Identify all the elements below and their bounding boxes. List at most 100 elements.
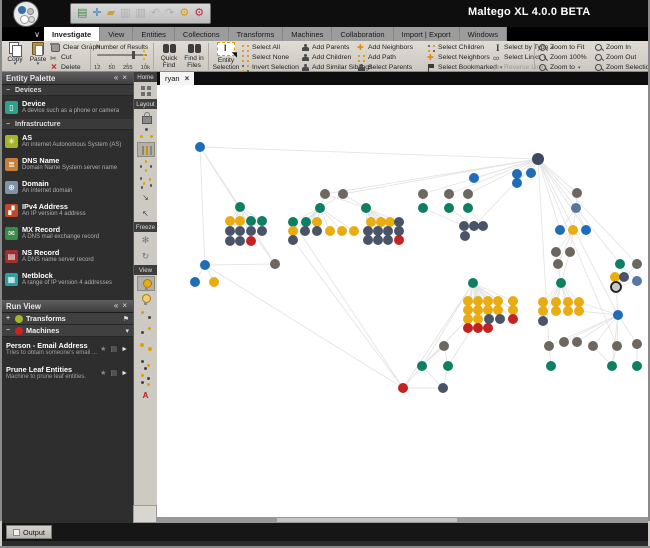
graph-node-teal[interactable]: [468, 278, 478, 288]
detail-view-icon[interactable]: [137, 388, 155, 403]
palette-collapse-icon[interactable]: «: [112, 74, 120, 82]
circular-layout-icon[interactable]: [137, 158, 155, 173]
graph-tab-ryan[interactable]: ryan ×: [160, 72, 195, 85]
hierarchical-layout-icon[interactable]: [137, 126, 155, 141]
collection-view-icon[interactable]: [137, 324, 155, 339]
graph-node-yellow[interactable]: [538, 297, 548, 307]
tab-import-export[interactable]: Import | Export: [394, 27, 460, 41]
expand-icon[interactable]: −: [6, 327, 12, 334]
palette-item-mx-record[interactable]: ✉ MX Record A DNS mail exchange record: [2, 222, 133, 245]
graph-scrollbar-thumb[interactable]: [277, 518, 457, 522]
zoom-out-button[interactable]: Zoom Out: [595, 53, 636, 63]
graph-node-blue[interactable]: [613, 310, 623, 320]
graph-node-red[interactable]: [394, 235, 404, 245]
graph-node-navy[interactable]: [225, 236, 235, 246]
graph-node-yellow[interactable]: [209, 277, 219, 287]
add-path-button[interactable]: Add Path: [357, 53, 396, 63]
graph-tab-close-icon[interactable]: ×: [185, 74, 190, 83]
graph-node-navy[interactable]: [363, 226, 373, 236]
graph-node-navy[interactable]: [300, 226, 310, 236]
overview-icon[interactable]: [137, 83, 155, 98]
palette-close-icon[interactable]: ×: [120, 74, 129, 82]
graph-node-navy[interactable]: [363, 235, 373, 245]
run-view-group-transforms[interactable]: + ● Transforms ⚑: [2, 313, 133, 325]
main-view-icon[interactable]: [136, 276, 155, 291]
graph-node-navy[interactable]: [235, 226, 245, 236]
zoom-100-button[interactable]: Zoom 100%: [539, 53, 587, 63]
graph-node-navy[interactable]: [495, 314, 505, 324]
graph-node-yellow[interactable]: [610, 272, 620, 282]
manage-transforms-icon[interactable]: ⚙: [179, 8, 189, 19]
graph-node-gray[interactable]: [444, 189, 454, 199]
graph-node-teal[interactable]: [288, 217, 298, 227]
machine-layers-icon[interactable]: ▤: [109, 369, 118, 377]
graph-node-blue[interactable]: [512, 169, 522, 179]
graph-node-blue[interactable]: [469, 173, 479, 183]
results-slider[interactable]: [97, 54, 147, 56]
graph-canvas[interactable]: [157, 85, 648, 517]
graph-node-yellow[interactable]: [473, 296, 483, 306]
graph-node-yellow[interactable]: [508, 305, 518, 315]
add-neighbors-button[interactable]: Add Neighbors: [357, 43, 413, 53]
graph-node-selected[interactable]: [610, 281, 622, 293]
collapse-minus-icon[interactable]: −: [6, 87, 12, 94]
palette-item-device[interactable]: ▯ Device A device such as a phone or camer…: [2, 96, 133, 119]
graph-node-yellow[interactable]: [538, 306, 548, 316]
graph-node-yellow[interactable]: [563, 306, 573, 316]
edge-weighted-layout-icon[interactable]: [137, 206, 155, 221]
graph-node-navy[interactable]: [373, 235, 383, 245]
graph-node-gray[interactable]: [270, 259, 280, 269]
graph-node-gray[interactable]: [338, 189, 348, 199]
graph-node-navy[interactable]: [225, 226, 235, 236]
graph-node-gray[interactable]: [559, 337, 569, 347]
quick-find-button[interactable]: Quick Find: [157, 42, 181, 71]
graph-node-teal[interactable]: [235, 202, 245, 212]
graph-node-yellow[interactable]: [568, 225, 578, 235]
graph-node-teal[interactable]: [546, 361, 556, 371]
run-view-close-icon[interactable]: ×: [120, 302, 129, 310]
graph-node-blue[interactable]: [555, 225, 565, 235]
select-neighbors-button[interactable]: Select Neighbors: [427, 53, 490, 63]
graph-node-teal[interactable]: [418, 203, 428, 213]
graph-node-yellow[interactable]: [325, 226, 335, 236]
graph-node-gray[interactable]: [544, 341, 554, 351]
graph-node-red[interactable]: [246, 236, 256, 246]
graph-node-gray[interactable]: [632, 259, 642, 269]
graph-node-yellow[interactable]: [312, 217, 322, 227]
graph-node-teal[interactable]: [301, 217, 311, 227]
output-tab-button[interactable]: Output: [6, 525, 52, 539]
graph-node-yellow[interactable]: [337, 226, 347, 236]
graph-node-yellow[interactable]: [463, 314, 473, 324]
graph-node-blue[interactable]: [200, 260, 210, 270]
graph-node-yellow[interactable]: [385, 217, 395, 227]
graph-node-teal[interactable]: [361, 203, 371, 213]
graph-node-red[interactable]: [473, 323, 483, 333]
node-size-view-icon[interactable]: [137, 340, 155, 355]
tab-collections[interactable]: Collections: [175, 27, 229, 41]
graph-node-navy[interactable]: [460, 231, 470, 241]
graph-node-navy[interactable]: [469, 221, 479, 231]
graph-node-slate[interactable]: [632, 276, 642, 286]
graph-node-dark[interactable]: [532, 153, 544, 165]
graph-node-yellow[interactable]: [366, 217, 376, 227]
find-in-files-button[interactable]: Find in Files: [182, 42, 206, 71]
graph-node-blue[interactable]: [190, 277, 200, 287]
interactive-organic-layout-icon[interactable]: [137, 190, 155, 205]
graph-node-teal[interactable]: [417, 361, 427, 371]
graph-node-yellow[interactable]: [551, 306, 561, 316]
graph-node-blue[interactable]: [526, 168, 536, 178]
graph-node-teal[interactable]: [257, 216, 267, 226]
graph-node-navy[interactable]: [394, 217, 404, 227]
machine-layers-icon[interactable]: ▤: [109, 345, 118, 353]
zoom-in-button[interactable]: Zoom In: [595, 43, 631, 53]
graph-node-yellow[interactable]: [288, 226, 298, 236]
tab-view[interactable]: View: [100, 27, 134, 41]
freeze-icon[interactable]: [137, 233, 155, 248]
machine-item-prune-leaf-entities[interactable]: Prune Leaf Entities Machine to prune leaf…: [2, 361, 133, 385]
graph-node-yellow[interactable]: [483, 296, 493, 306]
graph-node-slate[interactable]: [571, 203, 581, 213]
graph-node-yellow[interactable]: [349, 226, 359, 236]
tab-entities[interactable]: Entities: [133, 27, 175, 41]
graph-node-navy[interactable]: [459, 221, 469, 231]
graph-node-gray[interactable]: [588, 341, 598, 351]
